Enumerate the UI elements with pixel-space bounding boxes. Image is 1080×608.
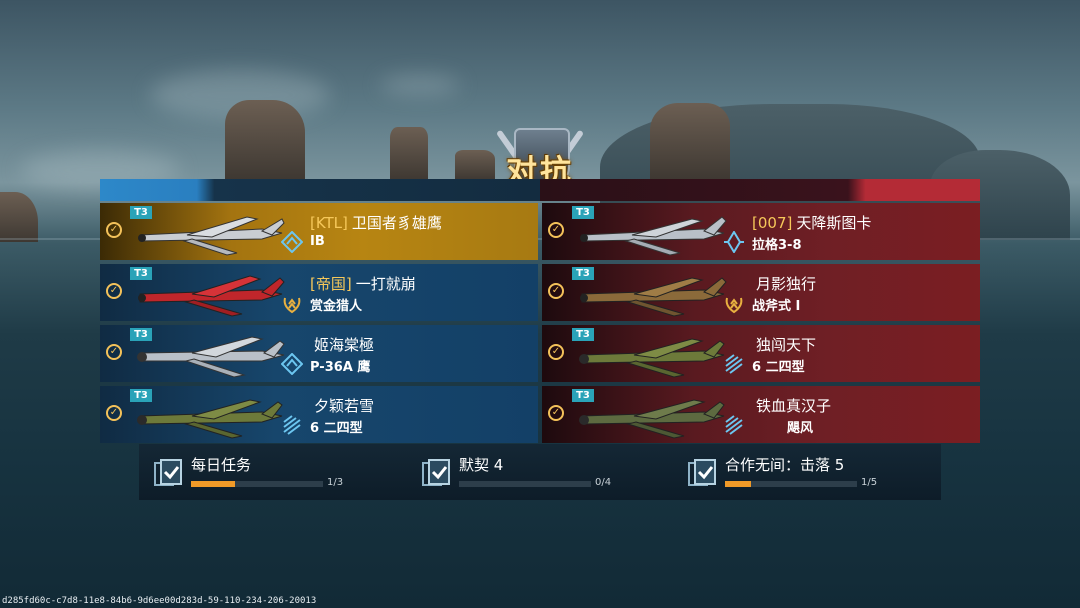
player-name: [帝国] 一打就崩 <box>310 275 416 293</box>
plane-model: 6 二四型 <box>752 360 805 375</box>
chevrons-icon <box>725 354 743 374</box>
diamond-icon <box>281 353 303 375</box>
plane-icon <box>579 399 725 439</box>
task-checklist-icon <box>422 459 450 486</box>
plane-icon <box>138 275 285 317</box>
mission-progress-bar <box>725 481 857 487</box>
mission-label: 合作无间：击落 5 <box>725 456 845 474</box>
player-card[interactable]: ✓ T3 姬海棠極 P-36A 鹰 <box>100 325 538 382</box>
plane-icon <box>137 399 283 439</box>
ready-check-icon: ✓ <box>548 405 564 421</box>
ready-check-icon: ✓ <box>548 283 564 299</box>
plane-icon <box>580 216 727 256</box>
blue-team-header <box>100 179 540 201</box>
chevrons-icon <box>283 415 301 435</box>
player-name: [KTL] 卫国者豸雄鹰 <box>310 214 442 232</box>
player-card[interactable]: ✓ T3 [007] 天降斯图卡 拉格3-8 <box>542 203 980 260</box>
chevrons-icon <box>725 415 743 435</box>
player-name: 月影独行 <box>756 275 817 293</box>
player-name: 独闯天下 <box>756 336 817 354</box>
mission-progress-text: 0/4 <box>595 477 612 488</box>
player-card[interactable]: ✓ T3 夕颖若雪 6 二四型 <box>100 386 538 443</box>
player-name: 姬海棠極 <box>314 336 375 354</box>
ready-check-icon: ✓ <box>106 222 122 238</box>
mission-progress-fill <box>191 481 235 487</box>
player-name: 铁血真汉子 <box>756 397 832 415</box>
mission-cooperation[interactable]: 合作无间：击落 5 1/5 <box>673 444 933 500</box>
plane-model: IB <box>310 234 325 249</box>
player-card[interactable]: ✓ T3 月影独行 战斧式 I <box>542 264 980 321</box>
task-checklist-icon <box>154 459 182 486</box>
player-card[interactable]: ✓ T3 独闯天下 6 二四型 <box>542 325 980 382</box>
plane-model: P-36A 鹰 <box>310 360 371 375</box>
laurel-icon <box>725 297 743 314</box>
ready-check-icon: ✓ <box>548 222 564 238</box>
session-id: d285fd60c-c7d8-11e8-84b6-9d6ee00d283d-59… <box>2 596 317 606</box>
mission-progress-text: 1/3 <box>327 477 344 488</box>
mission-daily[interactable]: 每日任务 1/3 <box>139 444 399 500</box>
plane-icon <box>138 216 285 256</box>
plane-model: 飓风 <box>787 421 814 436</box>
player-title: 战斧式 I <box>752 299 801 314</box>
ready-check-icon: ✓ <box>106 283 122 299</box>
red-team-header <box>540 179 980 201</box>
mission-label: 每日任务 <box>191 456 252 474</box>
player-title: 赏金猎人 <box>310 299 363 314</box>
mission-progress-bar <box>459 481 591 487</box>
player-name: [007] 天降斯图卡 <box>752 214 872 232</box>
ready-check-icon: ✓ <box>106 405 122 421</box>
mission-label: 默契 4 <box>459 456 504 474</box>
plane-icon <box>580 277 727 317</box>
player-card[interactable]: ✓ T3 [KTL] 卫国者豸雄鹰 IB <box>100 203 538 260</box>
plane-icon <box>137 336 285 378</box>
mission-progress-text: 1/5 <box>861 477 878 488</box>
ready-check-icon: ✓ <box>106 344 122 360</box>
missions-panel: 每日任务 1/3 默契 4 0/4 合作无间：击落 5 1/5 <box>139 444 941 500</box>
plane-model: 拉格3-8 <box>752 238 802 253</box>
mission-progress-fill <box>725 481 752 487</box>
mission-progress-bar <box>191 481 323 487</box>
plane-icon <box>579 338 725 378</box>
player-card[interactable]: ✓ T3 [帝国] 一打就崩 赏金猎人 <box>100 264 538 321</box>
crystal-icon <box>724 231 744 253</box>
player-card[interactable]: ✓ T3 铁血真汉子 飓风 <box>542 386 980 443</box>
mission-teamwork[interactable]: 默契 4 0/4 <box>407 444 667 500</box>
player-name: 夕颖若雪 <box>314 397 375 415</box>
task-checklist-icon <box>688 459 716 486</box>
laurel-icon <box>283 297 301 314</box>
ready-check-icon: ✓ <box>548 344 564 360</box>
plane-model: 6 二四型 <box>310 421 363 436</box>
diamond-icon <box>281 231 303 253</box>
